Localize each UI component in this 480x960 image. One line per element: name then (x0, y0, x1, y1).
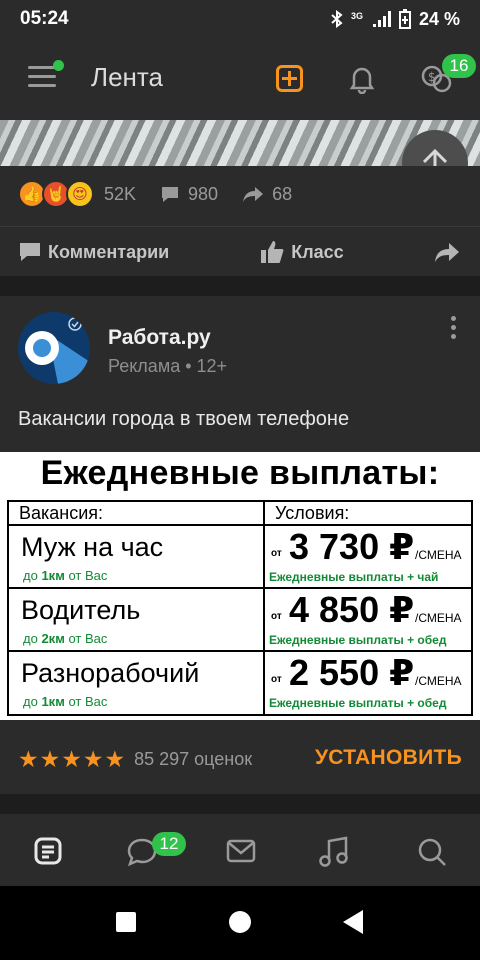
share-icon (435, 243, 459, 262)
heart-eyes-reaction-icon: 😍 (66, 180, 94, 208)
shares-stat[interactable]: 68 (242, 184, 292, 205)
ad-label: Реклама • 12+ (108, 356, 228, 376)
status-time: 05:24 (20, 8, 69, 29)
rating-stars-icon: ★★★★★ (18, 746, 127, 772)
like-button[interactable]: Класс (259, 239, 344, 265)
feed-icon[interactable] (33, 836, 63, 866)
job-distance: до 1км от Вас (23, 568, 108, 583)
table-row: Водитель до 2км от Вас от 4 850 ₽ /СМЕНА… (9, 589, 471, 652)
share-button[interactable] (434, 241, 460, 263)
price-prefix: от (271, 548, 282, 559)
like-icon (261, 241, 284, 263)
mail-icon[interactable] (225, 836, 257, 866)
job-price: 4 850 ₽ (289, 589, 415, 630)
reactions-row[interactable]: 👍 🤘 😍 52K 980 68 (18, 180, 292, 208)
job-price: 2 550 ₽ (289, 652, 415, 693)
bell-icon[interactable] (348, 64, 376, 94)
header-conditions: Условия: (275, 503, 350, 523)
like-button-label: Класс (291, 241, 344, 262)
comments-count: 980 (188, 183, 219, 204)
job-title: Водитель (21, 595, 141, 625)
job-title: Разнорабочий (21, 658, 200, 688)
install-button[interactable]: УСТАНОВИТЬ (315, 746, 462, 770)
app-bar: Лента $ 16 (0, 38, 480, 120)
status-bar: 05:24 3G 24 % (0, 0, 480, 38)
back-button[interactable] (343, 910, 363, 934)
divider (0, 226, 480, 227)
comment-icon (162, 187, 179, 202)
ad-text: Вакансии города в твоем телефоне (18, 408, 350, 430)
comment-icon (20, 243, 40, 261)
messages-badge: 12 (152, 832, 186, 856)
job-conditions: Ежедневные выплаты + обед (269, 633, 447, 647)
comments-button[interactable]: Комментарии (18, 241, 169, 263)
rating-count: 85 297 оценок (134, 749, 253, 769)
job-conditions: Ежедневные выплаты + обед (269, 696, 447, 710)
system-nav-bar (0, 886, 480, 960)
home-button[interactable] (229, 911, 251, 933)
comments-stat[interactable]: 980 (160, 184, 218, 205)
battery-level: 24 % (418, 8, 460, 29)
job-price: 3 730 ₽ (289, 526, 415, 567)
rabota-logo-icon (25, 317, 90, 384)
comments-button-label: Комментарии (48, 241, 170, 262)
job-title: Муж на час (21, 532, 164, 562)
advertiser-name[interactable]: Работа.ру (108, 326, 211, 350)
advertiser-logo[interactable] (18, 312, 90, 384)
header-vacancy: Вакансия: (9, 502, 265, 524)
tab-bar: 12 (0, 816, 480, 886)
post-actions: Комментарии Класс (0, 228, 480, 276)
search-icon[interactable] (416, 836, 448, 868)
shares-count: 68 (272, 183, 293, 204)
ad-banner[interactable]: Ежедневные выплаты: Вакансия: Условия: М… (0, 452, 480, 720)
table-row: Муж на час до 1км от Вас от 3 730 ₽ /СМЕ… (9, 526, 471, 589)
job-conditions: Ежедневные выплаты + чай (269, 570, 439, 584)
music-icon[interactable] (318, 836, 352, 868)
page-title: Лента (91, 62, 163, 92)
menu-notification-dot (53, 60, 64, 71)
reactions-count: 52K (104, 183, 137, 204)
ad-card: Работа.ру Реклама • 12+ Вакансии города … (0, 296, 480, 794)
job-distance: до 1км от Вас (23, 694, 108, 709)
network-type: 3G (350, 10, 363, 21)
price-unit: /СМЕНА (415, 548, 462, 562)
vacancy-table: Вакансия: Условия: Муж на час до 1км от … (7, 500, 473, 716)
post-footer: 👍 🤘 😍 52K 980 68 Комментарии Класс (0, 166, 480, 276)
battery-icon (398, 9, 411, 29)
price-unit: /СМЕНА (415, 674, 462, 688)
table-header: Вакансия: Условия: (9, 502, 471, 526)
banner-title: Ежедневные выплаты: (40, 454, 440, 492)
status-icons: 3G 24 % (331, 9, 460, 30)
table-row: Разнорабочий до 1км от Вас от 2 550 ₽ /С… (9, 652, 471, 715)
more-options-icon[interactable] (448, 316, 458, 343)
share-icon (243, 187, 264, 202)
bluetooth-icon (331, 10, 343, 28)
price-unit: /СМЕНА (415, 611, 462, 625)
signal-icon (372, 11, 391, 27)
job-distance: до 2км от Вас (23, 631, 108, 646)
add-icon[interactable] (276, 65, 303, 92)
price-prefix: от (271, 611, 282, 622)
menu-icon[interactable] (28, 60, 64, 90)
price-prefix: от (271, 674, 282, 685)
app-rating: ★★★★★ 85 297 оценок (18, 746, 252, 773)
recents-button[interactable] (116, 912, 136, 932)
notifications-badge: 16 (442, 54, 476, 78)
